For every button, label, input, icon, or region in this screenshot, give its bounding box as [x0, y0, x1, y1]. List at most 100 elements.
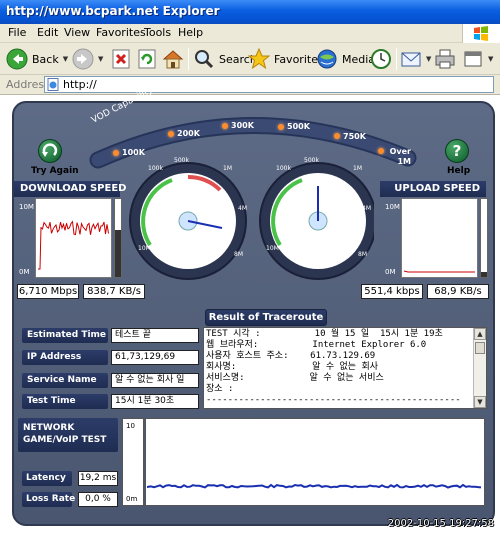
- upload-kbs-value: 68,9 KB/s: [427, 284, 489, 299]
- discuss-dropdown-icon[interactable]: ▼: [488, 55, 493, 63]
- service-name-value: 알 수 없는 회사 일: [111, 373, 199, 388]
- window-title: http://www.bcpark.net Explorer: [6, 4, 220, 18]
- address-value: http://: [63, 78, 97, 91]
- latency-label: Latency: [22, 471, 72, 486]
- print-button[interactable]: [434, 47, 456, 71]
- network-axis-top: 10: [126, 422, 135, 430]
- traceroute-output[interactable]: TEST 시각 : 10 월 15 일 15시 1분 19초 웹 브라우저: I…: [203, 327, 487, 409]
- vod-mark-300k: 300K: [231, 121, 254, 130]
- menu-help[interactable]: Help: [178, 26, 203, 39]
- network-title-line2: GAME/VoIP TEST: [23, 435, 107, 445]
- latency-trace: [147, 483, 482, 489]
- refresh-button[interactable]: [136, 47, 158, 71]
- history-icon: [371, 49, 391, 69]
- menu-tools[interactable]: Tools: [144, 26, 171, 39]
- history-button[interactable]: [370, 47, 392, 71]
- upload-level-fill: [481, 272, 487, 277]
- traceroute-line: 장소 :: [206, 384, 234, 394]
- home-button[interactable]: [162, 47, 184, 71]
- download-gauge: 100k 500k 1M 4M 8M 10M: [129, 157, 247, 280]
- upload-gauge: 100k 500k 1M 4M 8M 10M: [259, 157, 374, 280]
- network-latency-graph: [145, 418, 485, 506]
- download-level-fill: [115, 230, 121, 277]
- download-trace: [38, 220, 109, 270]
- favorites-button[interactable]: Favorites: [248, 47, 324, 71]
- latency-value: 19,2 ms: [78, 471, 118, 486]
- test-time-label: Test Time: [22, 394, 108, 409]
- window-icon: [464, 51, 482, 67]
- download-level-bar: [114, 198, 122, 278]
- upload-trace: [403, 270, 475, 273]
- traceroute-line: 회사명: 알 수 없는 회사: [206, 362, 379, 372]
- vod-indicator-dot: [113, 150, 119, 156]
- vod-mark-over-1m: Over 1M: [389, 147, 411, 166]
- service-name-label: Service Name: [22, 373, 108, 388]
- upload-graph: [401, 198, 478, 278]
- loss-rate-label: Loss Rate: [22, 492, 75, 507]
- discuss-button[interactable]: ▼: [462, 47, 493, 71]
- mail-button[interactable]: ▼: [400, 47, 431, 71]
- download-axis-bottom: 0M: [19, 268, 30, 276]
- network-title-line1: NETWORK: [23, 423, 75, 433]
- toolbar-separator: [188, 48, 189, 70]
- upload-axis-top: 10M: [385, 203, 400, 211]
- menu-edit[interactable]: Edit: [37, 26, 58, 39]
- traceroute-line: 웹 브라우저: Internet Explorer 6.0: [206, 340, 427, 350]
- scroll-up-icon[interactable]: ▲: [474, 328, 486, 340]
- address-input[interactable]: http://: [44, 76, 494, 93]
- toolbar-separator: [396, 48, 397, 70]
- download-gauge-label: 1M: [223, 165, 232, 172]
- upload-gauge-label: 10M: [266, 245, 279, 252]
- question-mark-icon: ?: [452, 142, 462, 160]
- download-graph: [35, 198, 112, 278]
- forward-dropdown-icon[interactable]: ▼: [98, 55, 103, 63]
- forward-button[interactable]: ▼: [72, 47, 103, 71]
- mail-icon: [401, 52, 421, 67]
- traceroute-line: TEST 시각 : 10 월 15 일 15시 1분 19초: [206, 329, 443, 339]
- traceroute-line: 서비스명: 알 수 없는 서비스: [206, 373, 384, 383]
- vod-indicator-dot: [222, 123, 228, 129]
- vod-indicator-dot: [278, 124, 284, 130]
- refresh-arrow-icon: [42, 143, 58, 157]
- forward-arrow-icon: [72, 48, 94, 70]
- home-icon: [162, 50, 184, 69]
- menu-bar: File Edit View Favorites Tools Help: [0, 24, 500, 43]
- vod-indicator-dot: [334, 133, 340, 139]
- network-graph-axis: 10 0m: [122, 418, 144, 506]
- upload-level-bar: [480, 198, 488, 278]
- estimated-time-value: 테스트 끝: [111, 328, 199, 343]
- title-bar: http://www.bcpark.net Explorer: [0, 0, 500, 24]
- media-button[interactable]: Media: [316, 47, 375, 71]
- star-icon: [248, 48, 270, 70]
- download-speed-header: DOWNLOAD SPEED: [14, 181, 126, 197]
- network-test-title: NETWORK GAME/VoIP TEST: [18, 418, 118, 452]
- capture-timestamp: 2002-10-15 19:27:58: [387, 518, 494, 529]
- try-again-button[interactable]: [38, 139, 62, 163]
- menu-file[interactable]: File: [8, 26, 26, 39]
- traceroute-scrollbar[interactable]: ▲ ▼: [473, 328, 486, 408]
- menu-favorites[interactable]: Favorites: [96, 26, 146, 39]
- stop-button[interactable]: [110, 47, 132, 71]
- standard-toolbar: Back ▼ ▼ Search Favorites Media ▼ ▼: [0, 43, 500, 75]
- traceroute-header: Result of Traceroute: [205, 309, 327, 326]
- upload-gauge-label: 100k: [276, 165, 291, 172]
- scroll-thumb[interactable]: [475, 342, 485, 354]
- upload-gauge-label: 1M: [353, 165, 362, 172]
- vod-mark-500k: 500K: [287, 122, 310, 131]
- menu-view[interactable]: View: [64, 26, 90, 39]
- download-mbps-value: 6,710 Mbps: [17, 284, 79, 299]
- traceroute-line: 사용자 호스트 주소: 61.73.129.69: [206, 351, 376, 361]
- mail-dropdown-icon[interactable]: ▼: [426, 55, 431, 63]
- speed-gauges: 100k 500k 1M 4M 8M 10M 100k 500k 1M 4M 8…: [129, 157, 374, 280]
- window-title-text: Explorer: [162, 4, 220, 18]
- loss-rate-value: 0,0 %: [78, 492, 118, 507]
- help-button[interactable]: ?: [445, 139, 469, 163]
- printer-icon: [435, 49, 455, 69]
- download-gauge-label: 10M: [138, 245, 151, 252]
- refresh-icon: [138, 49, 156, 69]
- scroll-down-icon[interactable]: ▼: [474, 396, 486, 408]
- upload-axis-bottom: 0M: [385, 268, 396, 276]
- back-dropdown-icon[interactable]: ▼: [63, 55, 68, 63]
- upload-gauge-label: 8M: [358, 251, 367, 258]
- back-button[interactable]: Back ▼: [6, 47, 68, 71]
